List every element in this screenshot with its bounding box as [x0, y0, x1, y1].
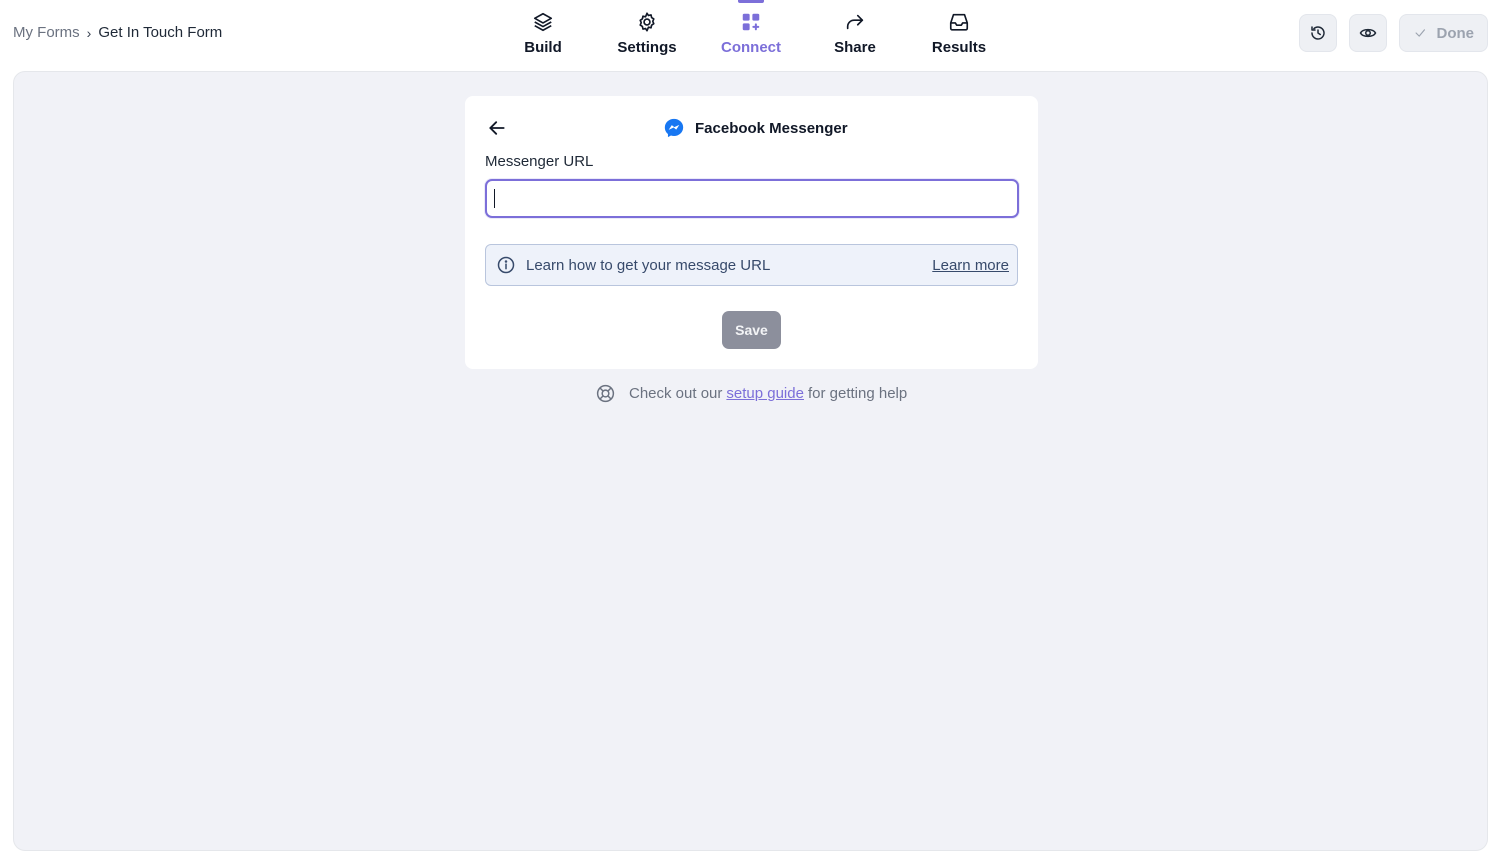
card-header: Facebook Messenger: [465, 116, 1038, 140]
done-label: Done: [1436, 24, 1475, 42]
eye-icon: [1359, 28, 1377, 38]
help-suffix: for getting help: [807, 385, 908, 402]
info-banner: Learn how to get your message URL Learn …: [485, 244, 1018, 286]
main-tabs: Build Settings Connect Share Results: [491, 0, 1011, 70]
preview-button[interactable]: [1349, 14, 1387, 52]
arrow-left-icon: [489, 121, 505, 135]
history-button[interactable]: [1299, 14, 1337, 52]
tab-settings-label: Settings: [617, 39, 677, 56]
tab-build[interactable]: Build: [491, 0, 595, 70]
messenger-url-label: Messenger URL: [485, 153, 594, 170]
check-icon: [1415, 29, 1425, 37]
header-actions: Done: [1299, 14, 1488, 52]
card-title-text: Facebook Messenger: [695, 119, 848, 137]
tab-share-label: Share: [834, 39, 876, 56]
text-caret: [494, 189, 495, 208]
back-button[interactable]: [485, 116, 509, 140]
gear-icon: [639, 12, 655, 32]
tab-build-label: Build: [524, 39, 562, 56]
help-line: Check out our setup guide for getting he…: [595, 383, 907, 404]
tab-settings[interactable]: Settings: [595, 0, 699, 70]
messenger-settings-card: Facebook Messenger Messenger URL Learn h…: [465, 96, 1038, 369]
done-button[interactable]: Done: [1399, 14, 1488, 52]
inbox-icon: [949, 13, 969, 31]
history-icon: [1311, 26, 1325, 40]
help-prefix: Check out our: [629, 385, 723, 402]
tab-results[interactable]: Results: [907, 0, 1011, 70]
apps-add-icon: [742, 13, 760, 31]
breadcrumb-current-form: Get In Touch Form: [98, 24, 223, 41]
info-text: Learn how to get your message URL: [526, 256, 771, 274]
share-arrow-icon: [846, 14, 864, 30]
breadcrumb-separator: ›: [86, 24, 92, 41]
layers-icon: [533, 12, 553, 32]
save-button[interactable]: Save: [722, 311, 781, 349]
top-bar: My Forms › Get In Touch Form Build Setti…: [0, 0, 1500, 70]
editor-canvas: Facebook Messenger Messenger URL Learn h…: [13, 71, 1488, 851]
tab-results-label: Results: [931, 39, 987, 56]
lifebuoy-icon: [596, 384, 615, 403]
messenger-icon: [664, 118, 684, 138]
breadcrumb-my-forms[interactable]: My Forms: [13, 24, 80, 41]
tab-connect-label: Connect: [721, 39, 781, 56]
learn-more-link[interactable]: Learn more: [932, 257, 1009, 274]
tab-share[interactable]: Share: [803, 0, 907, 70]
breadcrumb: My Forms › Get In Touch Form: [13, 24, 222, 41]
messenger-url-input[interactable]: [485, 179, 1019, 218]
setup-guide-link[interactable]: setup guide: [726, 385, 804, 402]
info-icon: [497, 256, 515, 274]
tab-connect[interactable]: Connect: [699, 0, 803, 70]
card-title: Facebook Messenger: [663, 116, 848, 140]
